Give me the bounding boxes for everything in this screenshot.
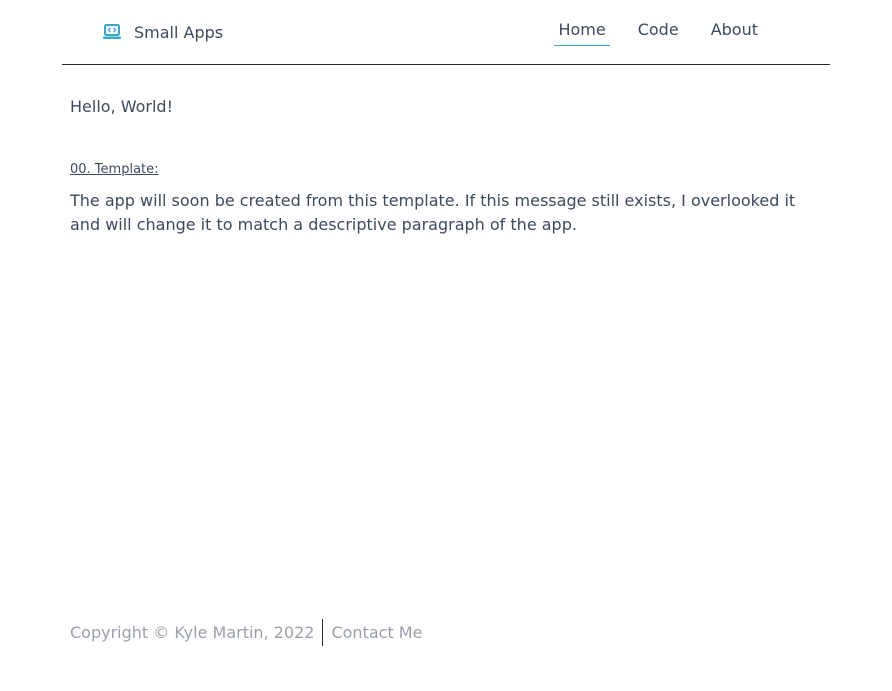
brand-title: Small Apps (134, 22, 224, 42)
app-description: The app will soon be created from this t… (70, 191, 796, 234)
laptop-code-icon (102, 22, 122, 42)
section-title: 00. Template: (70, 162, 159, 177)
nav-about-link[interactable]: About (707, 18, 762, 45)
brand-link[interactable]: Small Apps (102, 20, 223, 44)
greeting-heading: Hello, World! (70, 97, 173, 116)
nav-code-link[interactable]: Code (634, 18, 683, 45)
main-nav: Home Code About (554, 18, 762, 46)
site-footer: Copyright © Kyle Martin, 2022 Contact Me (70, 619, 422, 646)
copyright-text: Copyright © Kyle Martin, 2022 (70, 623, 315, 642)
nav-home-link[interactable]: Home (554, 18, 610, 46)
contact-me-link[interactable]: Contact Me (331, 623, 422, 642)
site-header: Small Apps Home Code About (62, 0, 830, 65)
footer-divider (322, 619, 324, 646)
